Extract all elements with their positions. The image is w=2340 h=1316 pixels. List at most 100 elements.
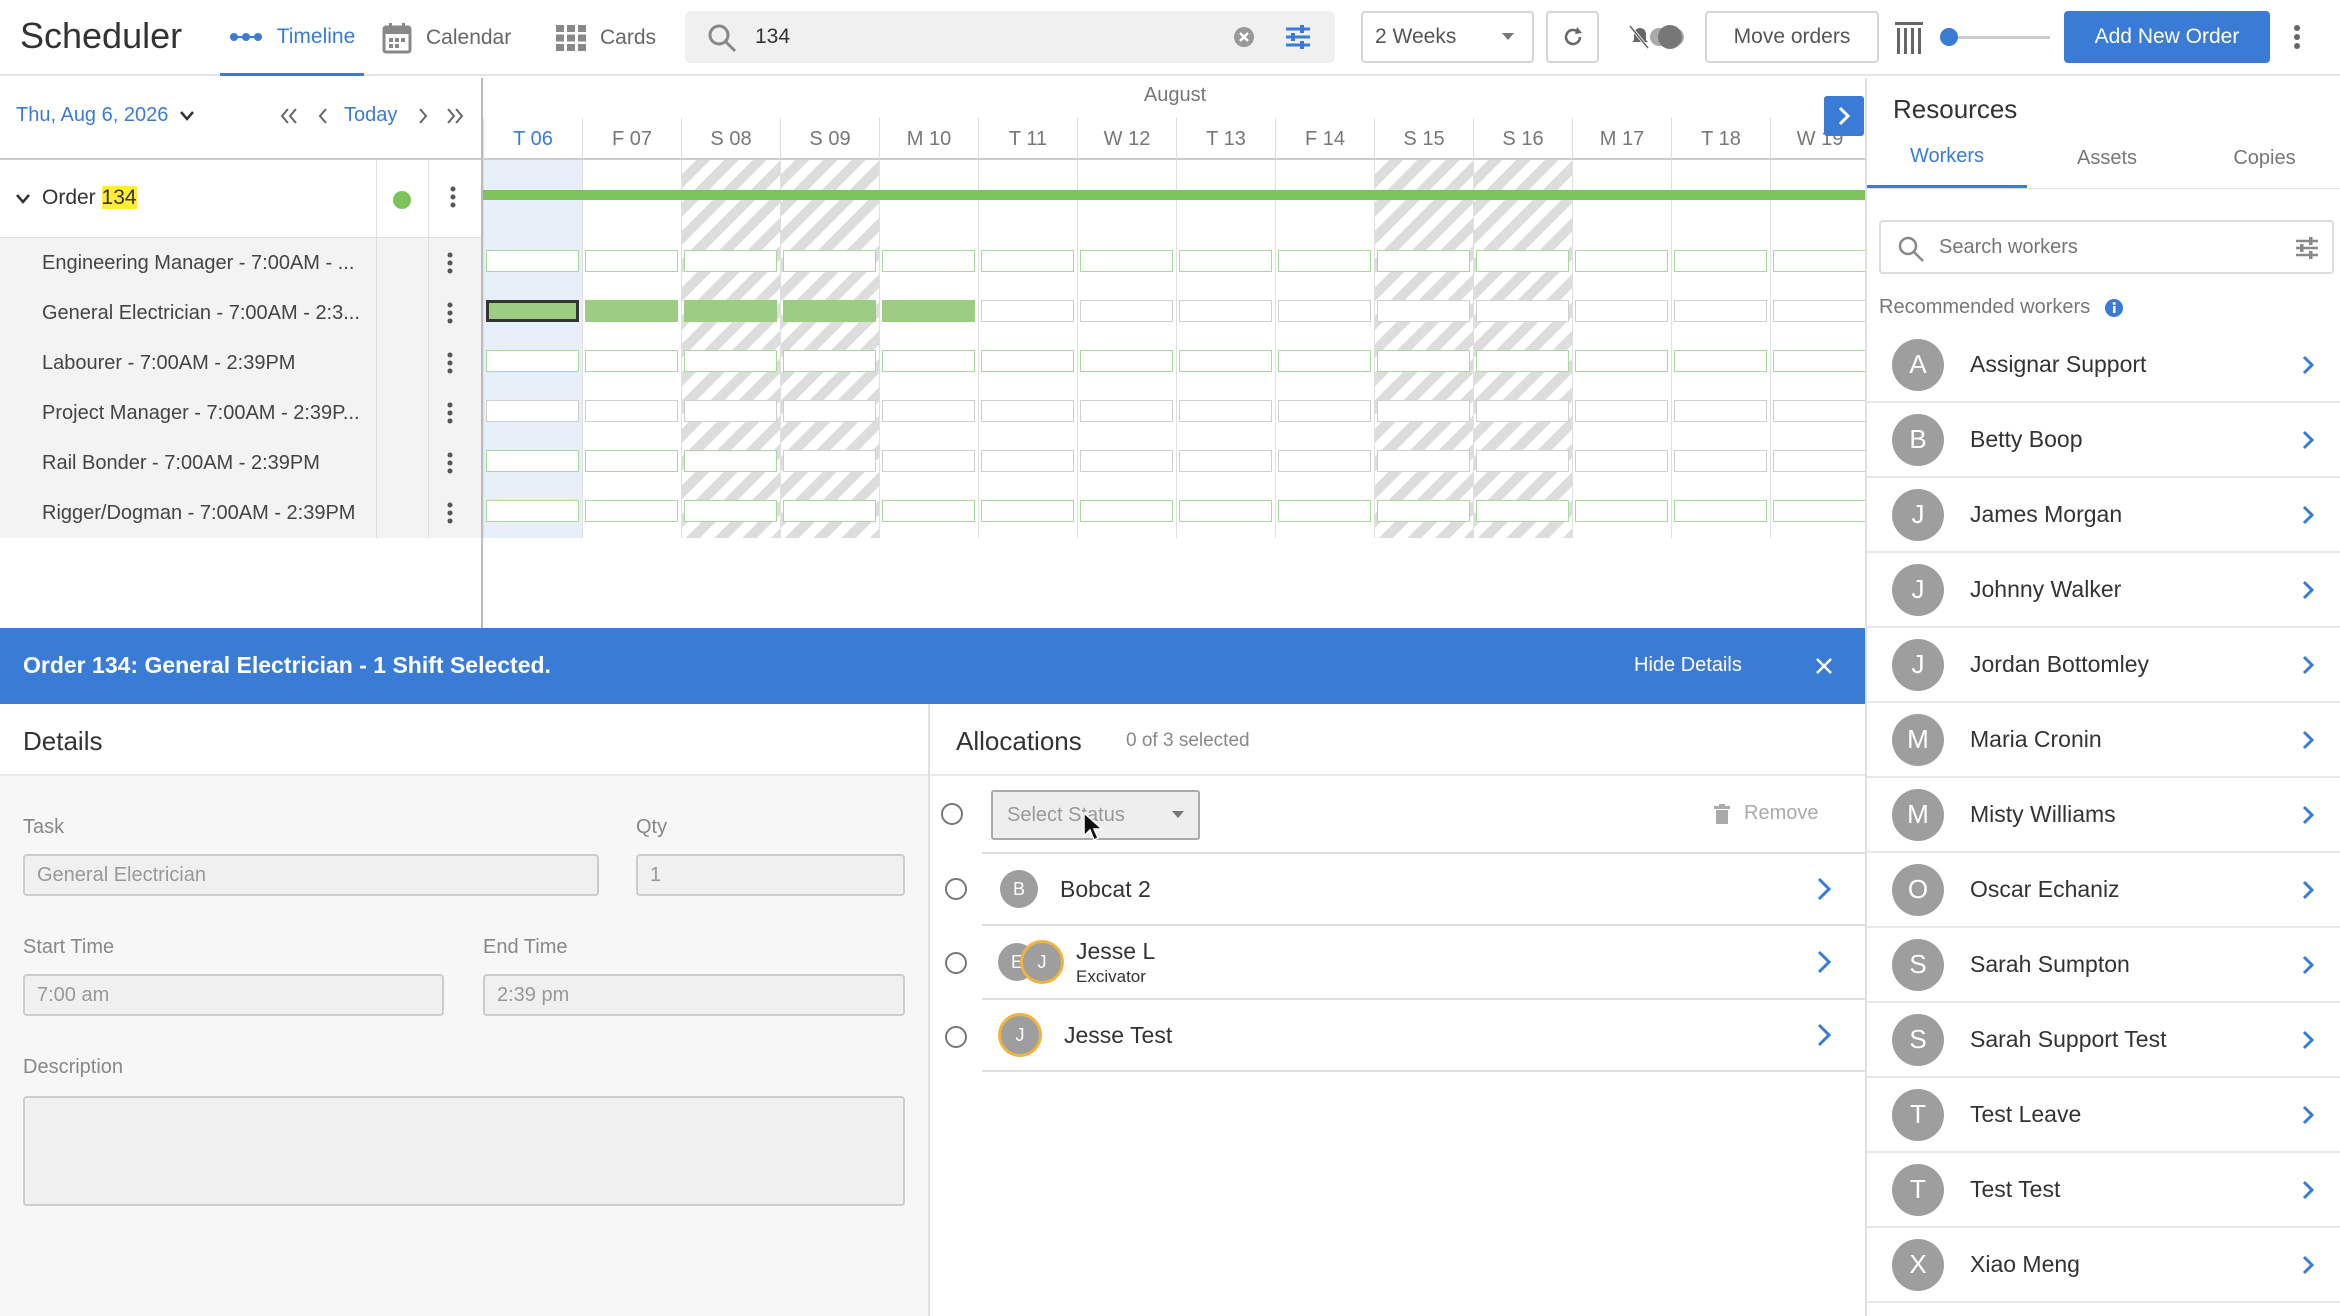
shift-cell[interactable] [486,300,579,322]
description-field[interactable] [23,1096,905,1206]
chevron-right-icon[interactable] [2302,730,2314,750]
shift-cell[interactable] [1773,300,1866,322]
order-bar[interactable] [483,190,1867,200]
shift-cell[interactable] [981,500,1074,522]
shift-cell[interactable] [1179,450,1272,472]
worker-row[interactable]: T Test Leave [1867,1078,2340,1153]
shift-cell[interactable] [1080,300,1173,322]
shift-row-label[interactable]: Rigger/Dogman - 7:00AM - 2:39PM [0,488,376,538]
row-radio[interactable] [945,878,967,900]
tab-assets[interactable]: Assets [2027,128,2187,188]
shift-cell[interactable] [981,300,1074,322]
shift-cell[interactable] [1575,400,1668,422]
select-all-radio[interactable] [941,803,963,825]
shift-kebab-icon[interactable] [430,238,470,288]
shift-kebab-icon[interactable] [430,488,470,538]
shift-cell[interactable] [882,450,975,472]
worker-search-input[interactable] [1939,232,2269,262]
range-select[interactable]: 2 Weeks [1361,11,1534,63]
shift-cell[interactable] [783,300,876,322]
shift-cell[interactable] [684,350,777,372]
task-field[interactable]: General Electrician [23,854,599,896]
tab-timeline[interactable]: Timeline [220,0,364,76]
worker-search[interactable] [1879,220,2334,274]
allocation-row[interactable]: E J Jesse L Excivator [982,926,1865,1000]
info-icon[interactable] [2104,298,2124,318]
shift-cell[interactable] [1377,300,1470,322]
shift-cell[interactable] [1080,450,1173,472]
shift-cell[interactable] [1773,350,1866,372]
worker-row[interactable]: S Sarah Support Test [1867,1003,2340,1078]
row-radio[interactable] [945,1026,967,1048]
shift-cell[interactable] [1476,450,1569,472]
shift-row-label[interactable]: Project Manager - 7:00AM - 2:39P... [0,388,376,438]
shift-cell[interactable] [1080,500,1173,522]
shift-cell[interactable] [1476,400,1569,422]
shift-cell[interactable] [783,500,876,522]
chevron-right-icon[interactable] [2302,1255,2314,1275]
chevron-right-icon[interactable] [2302,430,2314,450]
double-chevron-right-icon[interactable] [446,108,464,124]
start-time-field[interactable]: 7:00 am [23,974,444,1016]
worker-row[interactable]: A Assignar Support [1867,328,2340,403]
chevron-right-icon[interactable] [1817,877,1831,901]
shift-cell[interactable] [486,350,579,372]
end-time-field[interactable]: 2:39 pm [483,974,905,1016]
shift-cell[interactable] [1179,300,1272,322]
shift-cell[interactable] [1278,350,1371,372]
tab-cards[interactable]: Cards [556,0,676,76]
shift-cell[interactable] [486,450,579,472]
notifications-toggle[interactable] [1628,22,1686,52]
shift-cell[interactable] [1674,450,1767,472]
filter-icon[interactable] [1285,25,1311,49]
shift-cell[interactable] [1080,250,1173,272]
shift-cell[interactable] [1377,350,1470,372]
shift-cell[interactable] [1674,350,1767,372]
shift-cell[interactable] [882,250,975,272]
worker-row[interactable]: J James Morgan [1867,478,2340,553]
shift-cell[interactable] [585,450,678,472]
shift-cell[interactable] [1179,250,1272,272]
filter-icon[interactable] [2295,237,2319,259]
shift-cell[interactable] [585,300,678,322]
shift-cell[interactable] [1476,250,1569,272]
shift-cell[interactable] [1377,500,1470,522]
search-input[interactable]: 134 [755,25,790,49]
shift-cell[interactable] [1179,500,1272,522]
more-vertical-icon[interactable] [2293,24,2301,50]
shift-cell[interactable] [1377,250,1470,272]
shift-cell[interactable] [1278,250,1371,272]
shift-cell[interactable] [1575,450,1668,472]
worker-row[interactable]: X Xiao Meng [1867,1228,2340,1303]
chevron-left-icon[interactable] [318,108,328,124]
row-radio[interactable] [945,952,967,974]
shift-kebab-icon[interactable] [430,338,470,388]
worker-row[interactable]: J Jordan Bottomley [1867,628,2340,703]
chevron-right-icon[interactable] [1817,950,1831,974]
shift-cell[interactable] [1080,350,1173,372]
shift-cell[interactable] [1278,500,1371,522]
shift-cell[interactable] [882,350,975,372]
shift-cell[interactable] [1377,400,1470,422]
shift-cell[interactable] [981,400,1074,422]
chevron-right-icon[interactable] [2302,1180,2314,1200]
tab-workers[interactable]: Workers [1867,128,2027,188]
shift-cell[interactable] [585,500,678,522]
clear-search-icon[interactable] [1233,26,1255,48]
date-picker[interactable]: Thu, Aug 6, 2026 [16,104,195,127]
shift-cell[interactable] [882,400,975,422]
worker-row[interactable]: J Johnny Walker [1867,553,2340,628]
shift-cell[interactable] [783,350,876,372]
remove-button[interactable]: Remove [1714,802,1818,825]
shift-cell[interactable] [981,350,1074,372]
shift-cell[interactable] [1278,300,1371,322]
chevron-right-icon[interactable] [2302,655,2314,675]
worker-row[interactable]: M Maria Cronin [1867,703,2340,778]
shift-cell[interactable] [486,500,579,522]
collapse-chevron-icon[interactable] [16,194,30,204]
chevron-right-icon[interactable] [2302,1105,2314,1125]
shift-cell[interactable] [1476,300,1569,322]
chevron-right-icon[interactable] [2302,880,2314,900]
shift-kebab-icon[interactable] [430,438,470,488]
shift-cell[interactable] [1674,500,1767,522]
